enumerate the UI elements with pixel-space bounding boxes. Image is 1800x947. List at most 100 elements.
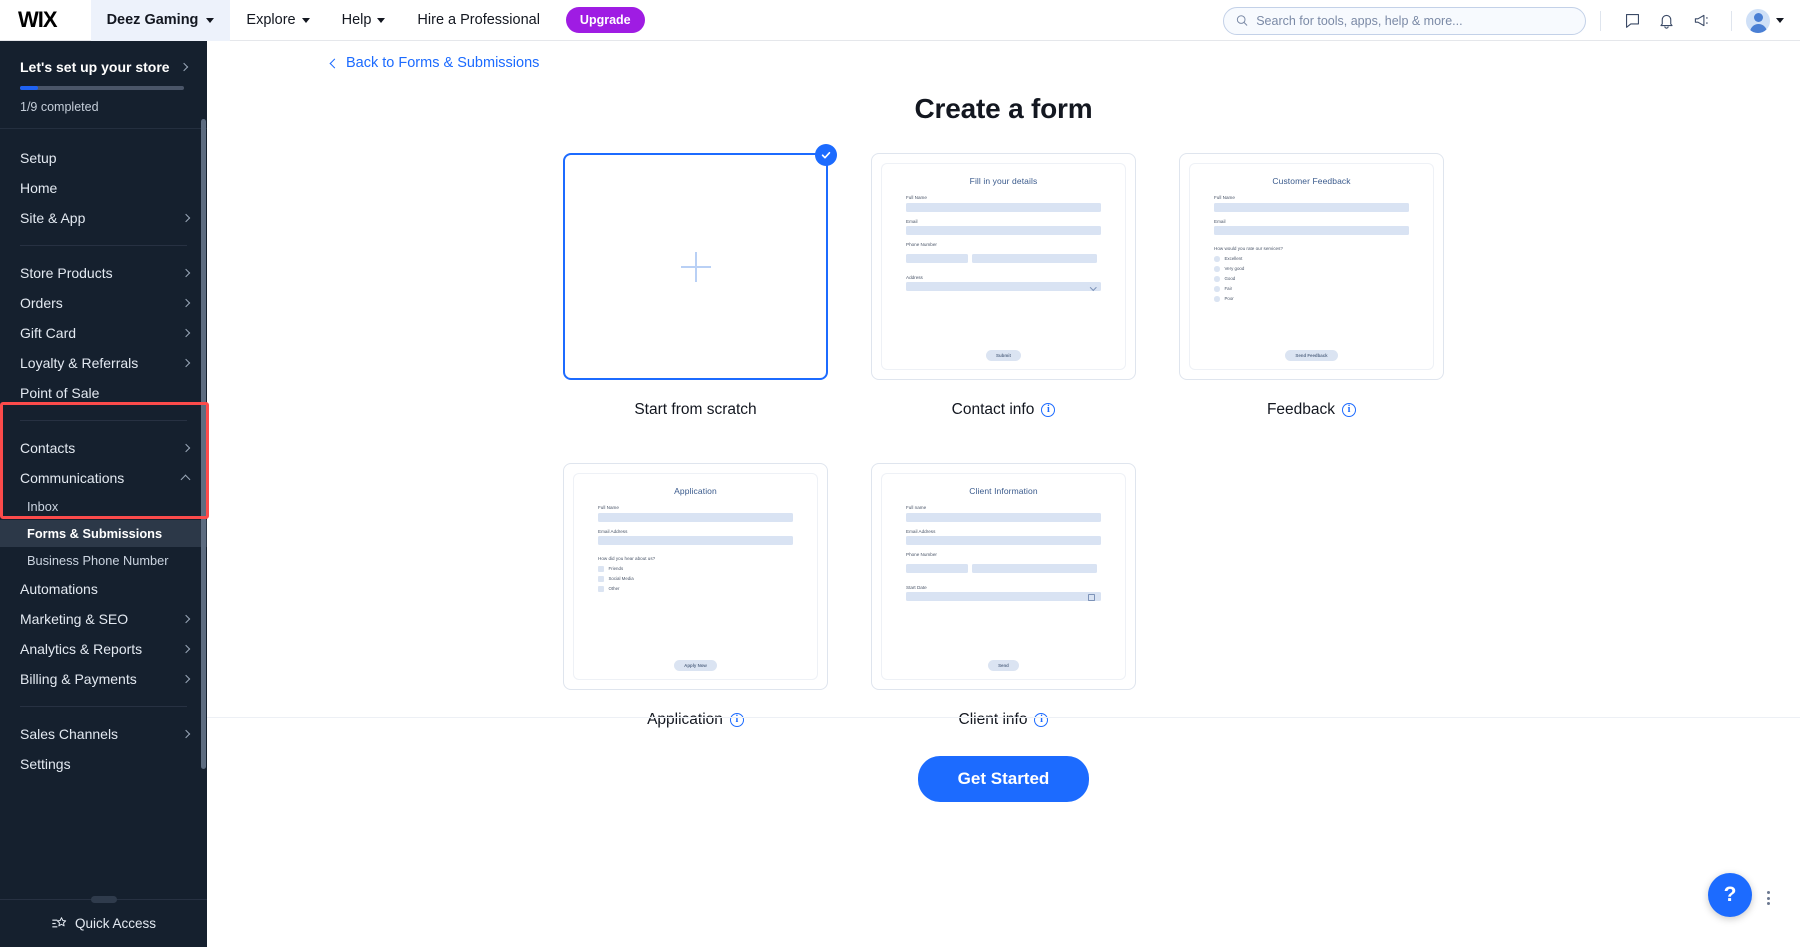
preview-field-input [906,536,1101,545]
preview-option-label: Good [1224,276,1236,282]
quick-access-button[interactable]: Quick Access [0,896,207,947]
preview-submit-button: Send [988,660,1019,671]
template-label-text: Application [647,711,723,728]
preview-field-label: Phone Number [906,552,937,557]
sidebar-scrollbar[interactable] [201,119,206,769]
template-card-application[interactable]: Application Full Name Email Address How did… [563,463,828,690]
cta-row: Get Started [207,756,1800,802]
preview-option: Friends [598,566,793,572]
template-card-client-info[interactable]: Client Information Full name Email Address… [871,463,1136,690]
sidebar-item-site-app[interactable]: Site & App [0,203,207,233]
preview-submit-button: Apply Now [674,660,717,671]
chevron-right-icon [179,62,189,72]
preview-field-label: Address [906,274,923,280]
help-options-icon[interactable] [1767,891,1770,905]
sidebar-item-loyalty-referrals[interactable]: Loyalty & Referrals [0,348,207,378]
sidebar-group-0: Setup Home Site & App [0,137,207,239]
nav-explore[interactable]: Explore [230,0,325,41]
sidebar-item-label: Contacts [20,440,76,456]
radio-icon [1214,286,1220,292]
template-card-feedback[interactable]: Customer Feedback Full Name Email How would… [1179,153,1444,380]
search-input[interactable] [1256,13,1573,28]
help-button[interactable]: ? [1708,873,1752,917]
template-label-text: Start from scratch [634,401,757,418]
radio-icon [1214,266,1220,272]
sidebar-item-label: Forms & Submissions [27,526,163,541]
megaphone-icon[interactable] [1683,0,1717,41]
sidebar-item-contacts[interactable]: Contacts [0,433,207,463]
account-menu[interactable] [1746,8,1784,33]
get-started-button[interactable]: Get Started [917,756,1090,802]
template-card-label-start-from-scratch: Start from scratch [563,399,828,421]
preview-field-label: Phone Number [906,242,937,247]
preview-field-label: Start Date [906,584,927,590]
nav-hire-professional[interactable]: Hire a Professional [401,0,556,41]
sidebar-item-point-of-sale[interactable]: Point of Sale [0,378,207,408]
sidebar-item-gift-card[interactable]: Gift Card [0,318,207,348]
search-box[interactable] [1223,6,1586,35]
sidebar-item-communications[interactable]: Communications [0,463,207,493]
info-icon[interactable]: i [1041,403,1056,417]
preview-option-label: Very good [1224,266,1245,272]
chevron-right-icon [181,268,191,278]
preview-field-label: Email Address [906,528,936,534]
bell-icon[interactable] [1649,0,1683,41]
setup-progress-card[interactable]: Let's set up your store 1/9 completed [0,41,207,129]
sidebar-item-setup[interactable]: Setup [0,143,207,173]
setup-progress-text: 1/9 completed [20,100,99,114]
nav-hire-label: Hire a Professional [417,12,540,28]
chevron-left-icon [329,58,340,68]
plus-icon [680,251,711,282]
template-cell: Customer Feedback Full Name Email How would… [1179,153,1444,421]
page-title: Create a form [914,93,1093,124]
sidebar-item-settings[interactable]: Settings [0,749,207,779]
chevron-right-icon [181,614,191,624]
sidebar-item-store-products[interactable]: Store Products [0,258,207,288]
template-card-start-from-scratch[interactable] [563,144,837,380]
info-icon[interactable]: i [1034,713,1049,727]
sidebar-item-automations[interactable]: Automations [0,574,207,604]
upgrade-button[interactable]: Upgrade [565,7,645,33]
template-cell: Fill in your details Full Name Email Phone … [871,153,1136,421]
checkbox-icon [598,586,604,592]
sidebar-item-analytics-reports[interactable]: Analytics & Reports [0,634,207,664]
template-card-label-client-info: Client info i [871,709,1136,731]
drag-handle[interactable] [90,896,117,903]
sidebar-item-inbox[interactable]: Inbox [0,493,207,520]
check-icon [815,144,837,166]
chat-icon[interactable] [1615,0,1649,41]
sidebar-item-sales-channels[interactable]: Sales Channels [0,719,207,749]
sidebar-item-business-phone-number[interactable]: Business Phone Number [0,547,207,574]
chevron-up-icon [180,474,191,485]
sidebar-item-forms-submissions[interactable]: Forms & Submissions [0,520,207,547]
sidebar-item-label: Billing & Payments [20,671,137,687]
sidebar-item-marketing-seo[interactable]: Marketing & SEO [0,604,207,634]
sidebar-item-label: Home [20,180,58,196]
setup-progress-fill [20,86,39,90]
top-bar-right [1223,0,1800,41]
sidebar-item-label: Analytics & Reports [20,641,143,657]
template-card-contact-info[interactable]: Fill in your details Full Name Email Phone … [871,153,1136,380]
checkbox-icon [598,566,604,572]
setup-header: Let's set up your store [20,59,189,75]
preview-field-date [906,592,1101,601]
preview-option-label: Fair [1224,286,1233,292]
wix-logo[interactable]: WIX [18,7,58,33]
divider [1731,10,1732,31]
sidebar-item-label: Orders [20,295,63,311]
nav-help[interactable]: Help [326,0,402,41]
info-icon[interactable]: i [729,713,744,727]
preview-option-label: Poor [1224,296,1234,302]
template-cell: Client Information Full name Email Address… [871,463,1136,731]
back-to-forms-link[interactable]: Back to Forms & Submissions [207,41,1800,71]
template-card-label-contact-info: Contact info i [871,399,1136,421]
divider [20,706,187,707]
preview-question: How did you hear about us? [598,556,656,561]
sidebar-item-orders[interactable]: Orders [0,288,207,318]
sidebar-item-billing-payments[interactable]: Billing & Payments [0,664,207,694]
info-icon[interactable]: i [1342,403,1357,417]
preview-field-split [906,250,1101,268]
preview-option-label: Other [608,586,620,592]
sidebar-item-home[interactable]: Home [0,173,207,203]
site-selector[interactable]: Deez Gaming [90,0,231,41]
